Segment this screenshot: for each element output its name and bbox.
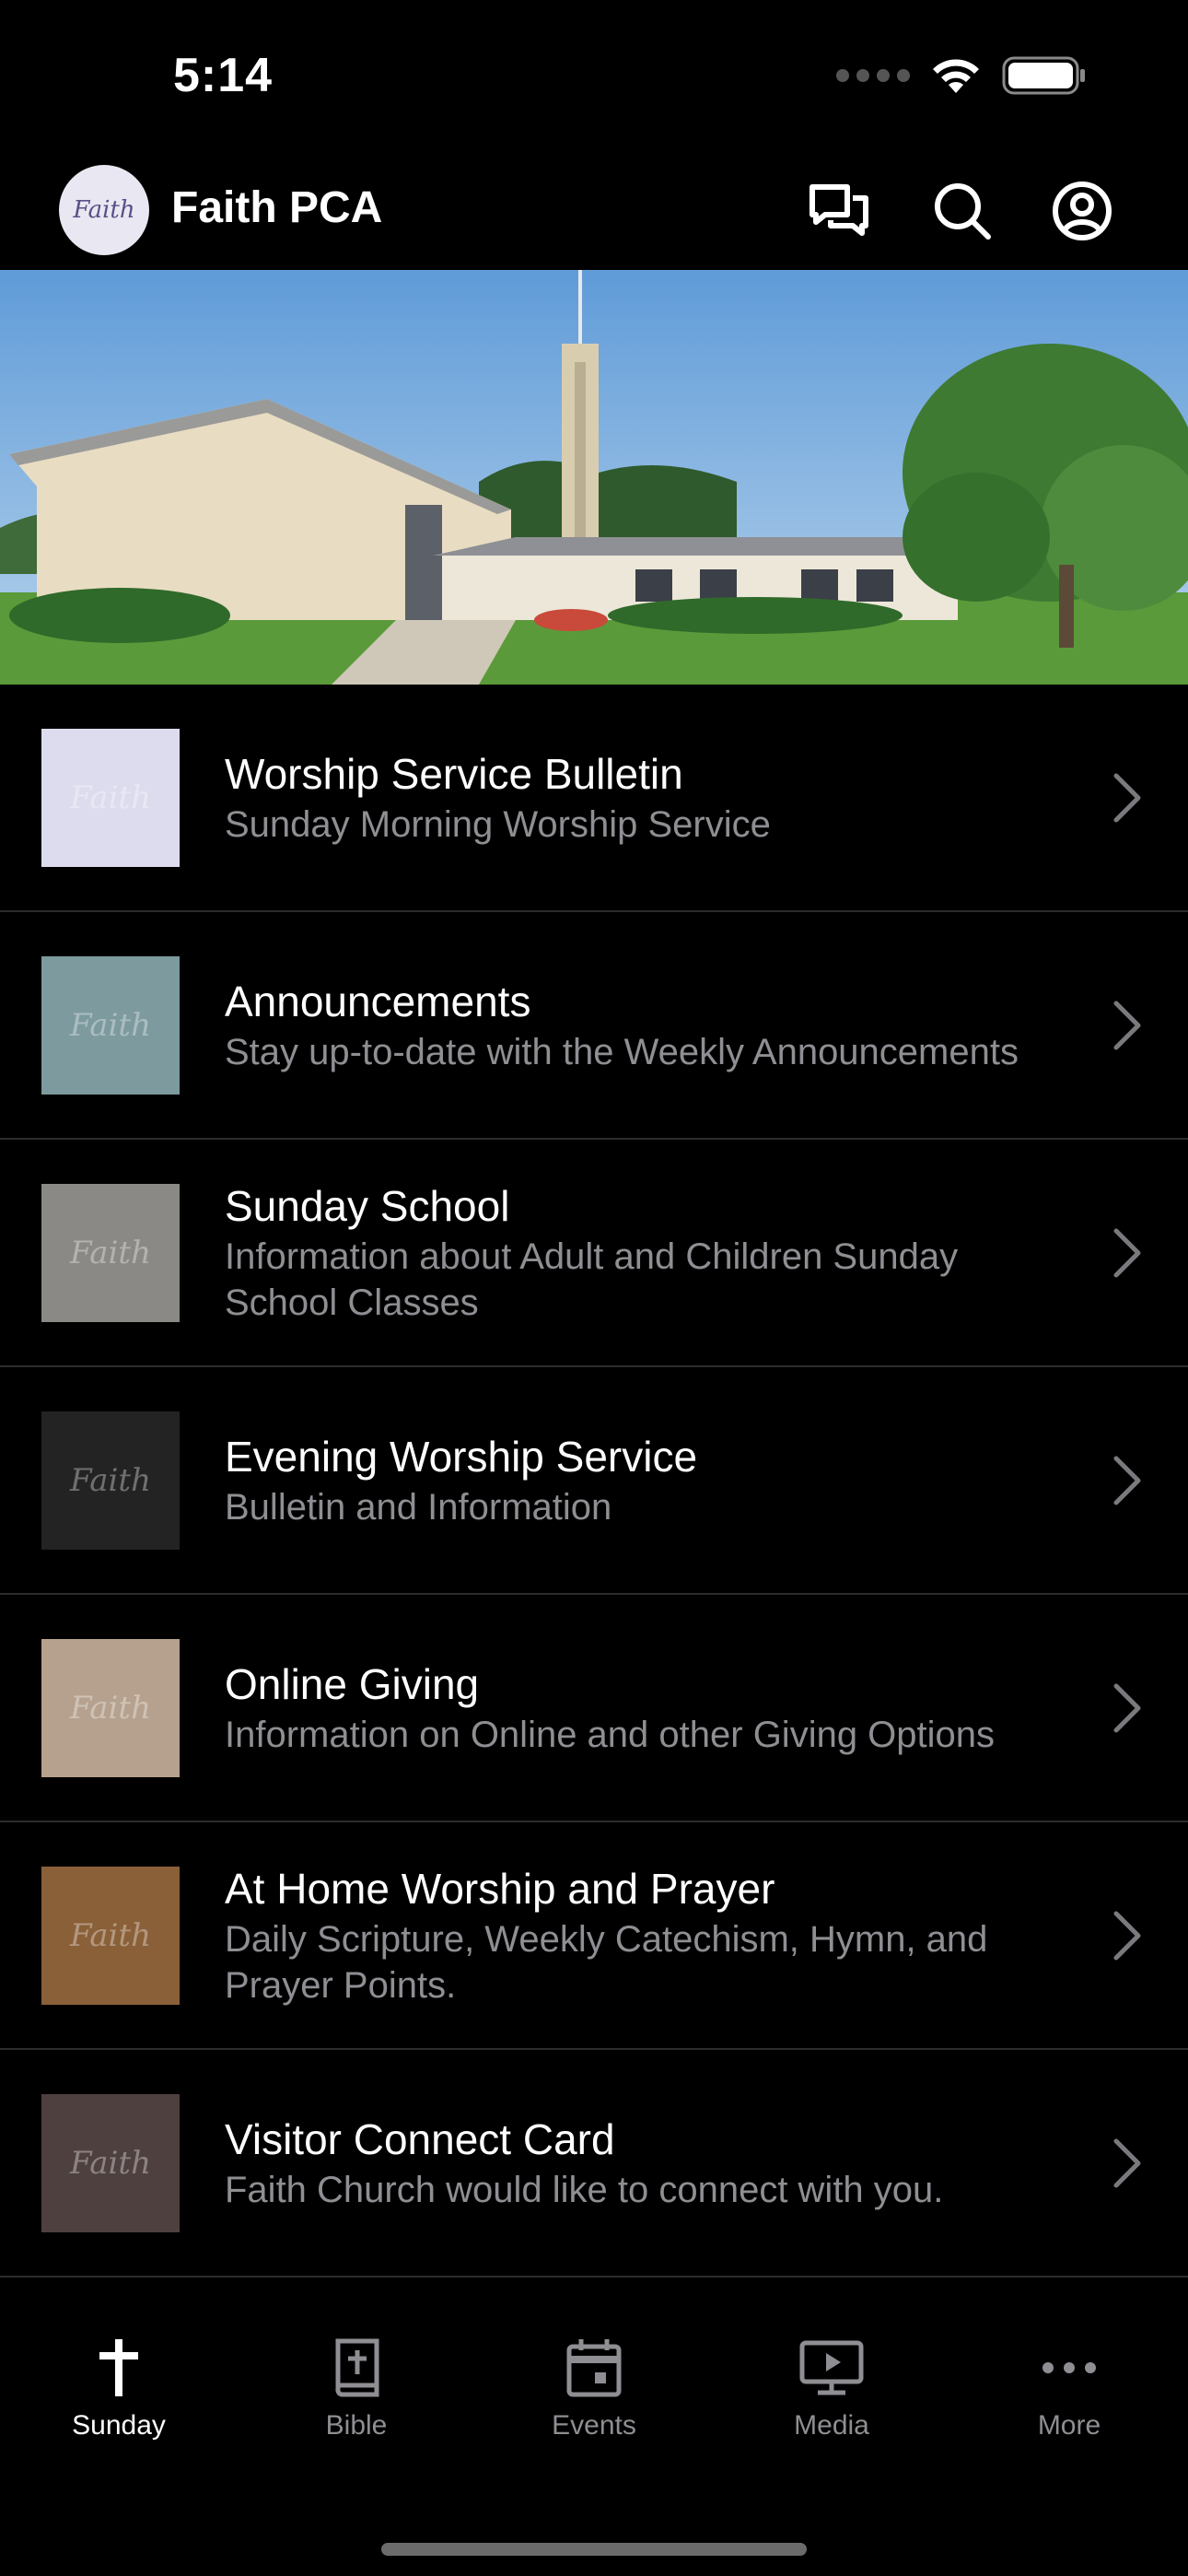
tab-bar: Sunday Bible Events Media More [0, 2331, 1188, 2497]
tab-label: Bible [325, 2410, 388, 2441]
list-item-evening-worship[interactable]: Faith Evening Worship Service Bulletin an… [0, 1367, 1188, 1595]
list-item-subtitle: Information about Adult and Children Sun… [225, 1235, 959, 1323]
list-item-worship-bulletin[interactable]: Faith Worship Service Bulletin Sunday Mor… [0, 685, 1188, 912]
content-list: Faith Worship Service Bulletin Sunday Mor… [0, 685, 1188, 2277]
status-bar: 5:14 [0, 0, 1188, 157]
sunday-school-thumbnail: Faith [41, 1183, 180, 1322]
thumbnail-logo-text: Faith [70, 1916, 151, 1954]
thumbnail-logo-text: Faith [70, 1689, 151, 1727]
list-item-subtitle: Information on Online and other Giving O… [225, 1714, 996, 1755]
thumbnail-logo-text: Faith [70, 1461, 151, 1499]
thumbnail-logo-text: Faith [70, 2144, 151, 2182]
list-item-online-giving[interactable]: Faith Online Giving Information on Online… [0, 1595, 1188, 1822]
list-item-subtitle: Stay up-to-date with the Weekly Announce… [225, 1031, 1019, 1072]
tab-events[interactable]: Events [475, 2331, 713, 2497]
tab-label: Events [552, 2410, 636, 2441]
calendar-icon [557, 2331, 631, 2405]
cross-icon [82, 2331, 156, 2405]
list-item-announcements[interactable]: Faith Announcements Stay up-to-date with … [0, 912, 1188, 1140]
list-item-title: Worship Service Bulletin [225, 749, 683, 798]
home-indicator[interactable] [381, 2543, 807, 2556]
thumbnail-logo-text: Faith [70, 1006, 151, 1044]
media-icon [795, 2331, 868, 2405]
hero-church-image [0, 270, 1188, 685]
logo-text: Faith [73, 196, 135, 224]
list-item-title: Visitor Connect Card [225, 2114, 615, 2163]
announcements-thumbnail: Faith [41, 955, 180, 1095]
list-item-title: Sunday School [225, 1181, 510, 1230]
tab-more[interactable]: More [950, 2331, 1188, 2497]
tab-media[interactable]: Media [713, 2331, 950, 2497]
tab-label: Sunday [72, 2410, 166, 2441]
tab-sunday[interactable]: Sunday [0, 2331, 238, 2497]
chevron-right-icon [1113, 1911, 1141, 1960]
account-icon[interactable] [1048, 177, 1116, 245]
list-item-sunday-school[interactable]: Faith Sunday School Information about Adu… [0, 1140, 1188, 1367]
cellular-signal-icon [836, 69, 910, 82]
status-time: 5:14 [173, 49, 274, 102]
list-item-at-home-worship[interactable]: Faith At Home Worship and Prayer Daily Sc… [0, 1822, 1188, 2050]
search-icon[interactable] [928, 177, 996, 245]
list-item-title: Online Giving [225, 1659, 480, 1708]
chat-icon[interactable] [805, 177, 873, 245]
chevron-right-icon [1113, 1683, 1141, 1732]
list-item-visitor-connect-card[interactable]: Faith Visitor Connect Card Faith Church w… [0, 2050, 1188, 2277]
list-item-subtitle: Bulletin and Information [225, 1486, 612, 1528]
chevron-right-icon [1113, 1228, 1141, 1277]
status-icons [836, 55, 1087, 96]
chevron-right-icon [1113, 1456, 1141, 1505]
list-item-subtitle: Sunday Morning Worship Service [225, 803, 771, 845]
worship-bulletin-thumbnail: Faith [41, 728, 180, 867]
church-logo-avatar[interactable]: Faith [59, 165, 149, 255]
list-item-subtitle: Faith Church would like to connect with … [225, 2169, 944, 2210]
tab-bible[interactable]: Bible [238, 2331, 475, 2497]
thumbnail-logo-text: Faith [70, 779, 151, 816]
list-item-subtitle: Daily Scripture, Weekly Catechism, Hymn,… [225, 1918, 988, 2006]
app-title: Faith PCA [171, 183, 383, 232]
at-home-worship-thumbnail: Faith [41, 1866, 180, 2005]
wifi-icon [933, 59, 979, 93]
app-header: Faith Faith PCA [0, 157, 1188, 269]
chevron-right-icon [1113, 773, 1141, 822]
list-item-title: Evening Worship Service [225, 1432, 698, 1481]
online-giving-thumbnail: Faith [41, 1638, 180, 1777]
chevron-right-icon [1113, 2138, 1141, 2187]
tab-label: Media [794, 2410, 869, 2441]
bible-icon [320, 2331, 393, 2405]
more-icon [1032, 2331, 1106, 2405]
tab-label: More [1037, 2410, 1101, 2441]
chevron-right-icon [1113, 1001, 1141, 1049]
thumbnail-logo-text: Faith [70, 1234, 151, 1271]
visitor-connect-thumbnail: Faith [41, 2093, 180, 2232]
evening-worship-thumbnail: Faith [41, 1411, 180, 1550]
list-item-title: At Home Worship and Prayer [225, 1864, 775, 1913]
list-item-title: Announcements [225, 977, 531, 1025]
battery-icon [1002, 56, 1085, 95]
